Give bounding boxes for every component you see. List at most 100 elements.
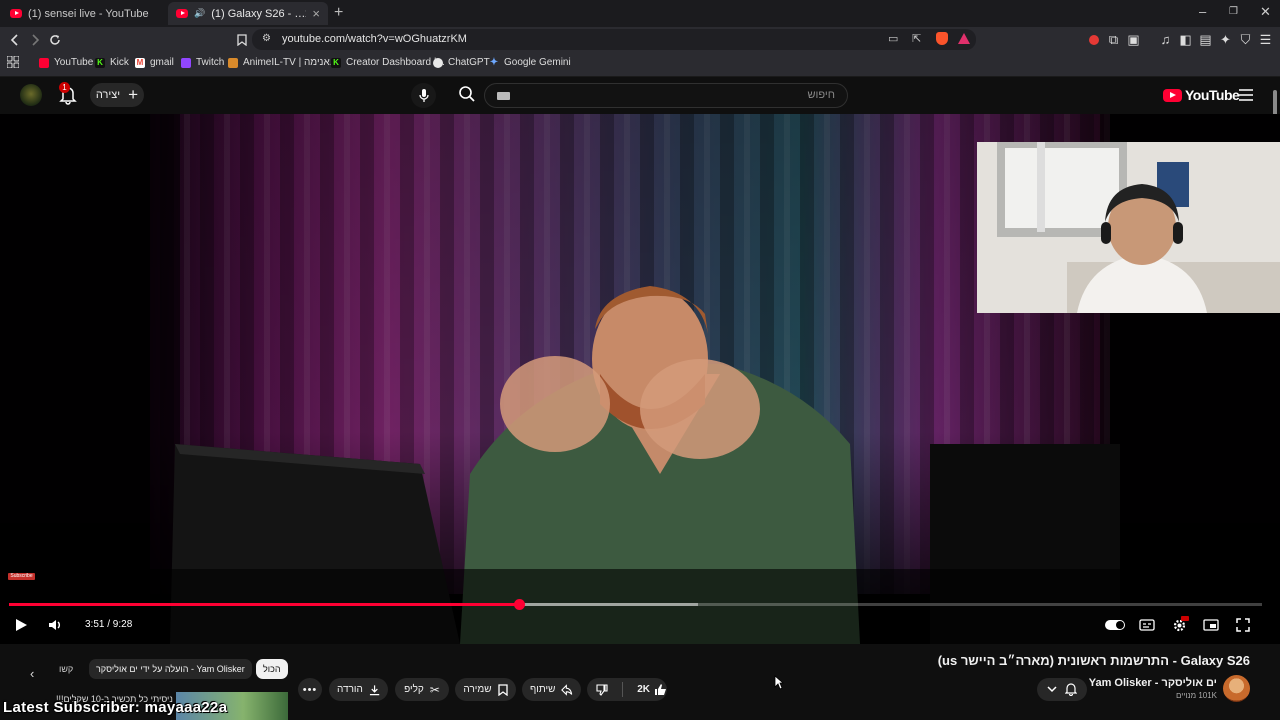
bookmark-label: Twitch bbox=[196, 57, 225, 68]
chip-related[interactable]: קשו bbox=[55, 659, 77, 679]
tab-galaxy-s26[interactable]: 🔊 (1) Galaxy S26 - …ות ראשונית × bbox=[168, 2, 328, 25]
bookmark-icon bbox=[497, 683, 508, 696]
screen-icon[interactable]: ▭ bbox=[888, 32, 898, 45]
notification-bell-button[interactable] bbox=[1037, 678, 1087, 701]
bookmark-twitch[interactable]: Twitch bbox=[181, 57, 224, 68]
settings-gear-icon[interactable] bbox=[1170, 616, 1189, 634]
minimize-button[interactable]: – bbox=[1199, 4, 1206, 19]
notifications-icon[interactable]: 1 bbox=[59, 82, 77, 105]
dislike-icon[interactable] bbox=[587, 683, 616, 696]
subscriber-count: 101K מנויים bbox=[1175, 691, 1217, 700]
screenshot-icon[interactable]: ▣ bbox=[1124, 30, 1143, 49]
youtube-logo[interactable]: YouTube bbox=[1163, 87, 1240, 103]
forward-arrow-icon[interactable] bbox=[25, 30, 44, 49]
menu-icon[interactable]: ☰ bbox=[1256, 30, 1275, 49]
tab-sensei-live[interactable]: (1) sensei live - YouTube bbox=[2, 2, 168, 25]
bookmark-animeil[interactable]: AnimeIL-TV | אנימה... bbox=[228, 57, 338, 68]
kick-icon: K bbox=[95, 57, 105, 68]
save-button[interactable]: שמירה bbox=[455, 678, 516, 701]
record-icon[interactable] bbox=[1084, 30, 1103, 49]
chip-uploaded-by[interactable]: הועלה על ידי ים אוליסקר - Yam Olisker bbox=[89, 659, 252, 679]
bookmark-label: YouTube bbox=[54, 57, 94, 68]
chatgpt-icon bbox=[433, 57, 443, 68]
bookmark-label: Kick bbox=[110, 57, 129, 68]
like-dislike-group: 2K bbox=[587, 678, 667, 701]
bookmark-label: AnimeIL-TV | אנימה... bbox=[243, 57, 338, 68]
create-label: יצירה bbox=[95, 89, 121, 101]
miniplayer-icon[interactable] bbox=[1202, 616, 1220, 634]
subtitles-icon[interactable] bbox=[1138, 616, 1156, 634]
bookmark-creator-dashboard[interactable]: K Creator Dashboard |... bbox=[331, 57, 445, 68]
bookmark-label: ChatGPT bbox=[448, 57, 490, 68]
apps-grid-icon[interactable] bbox=[7, 56, 19, 68]
gmail-icon: M bbox=[135, 57, 145, 68]
youtube-header: 1 יצירה + חיפוש YouTube bbox=[0, 77, 1280, 114]
plus-icon: + bbox=[128, 85, 139, 104]
search-button[interactable] bbox=[458, 85, 476, 103]
wallet-icon[interactable]: ▤ bbox=[1196, 30, 1215, 49]
brave-rewards-icon[interactable] bbox=[958, 33, 970, 44]
progress-scrubber[interactable] bbox=[513, 599, 525, 610]
kick-icon: K bbox=[331, 57, 341, 68]
channel-info[interactable]: ים אוליסקר - Yam Olisker 101K מנויים bbox=[1089, 677, 1217, 700]
chip-all[interactable]: הכול bbox=[256, 659, 288, 679]
site-info-icon[interactable]: ⚙ bbox=[262, 33, 271, 44]
clip-button[interactable]: קליפ ✂ bbox=[395, 678, 449, 701]
like-count: 2K bbox=[637, 684, 650, 695]
subscribe-watermark[interactable]: Subscribe bbox=[8, 573, 35, 580]
create-button[interactable]: יצירה + bbox=[90, 83, 144, 107]
download-button[interactable]: הורדה bbox=[329, 678, 388, 701]
bookmark-label: Creator Dashboard |... bbox=[346, 57, 445, 68]
volume-icon[interactable] bbox=[46, 616, 64, 634]
bookmark-chatgpt[interactable]: ChatGPT bbox=[433, 57, 490, 68]
bookmark-gmail[interactable]: M gmail bbox=[135, 57, 174, 68]
progress-bar[interactable] bbox=[9, 599, 1262, 610]
bookmark-page-icon[interactable] bbox=[232, 30, 251, 49]
sidebar-icon[interactable]: ◧ bbox=[1176, 30, 1195, 49]
search-input[interactable]: חיפוש bbox=[484, 83, 848, 108]
time-display: 3:51 / 9:28 bbox=[85, 619, 133, 630]
restore-button[interactable]: ❐ bbox=[1229, 6, 1238, 17]
bookmark-gemini[interactable]: ✦ Google Gemini bbox=[489, 57, 571, 68]
share-arrow-icon bbox=[561, 683, 573, 696]
scissors-icon: ✂ bbox=[429, 682, 440, 697]
browser-tab-strip: (1) sensei live - YouTube 🔊 (1) Galaxy S… bbox=[0, 0, 1280, 27]
progress-played bbox=[9, 603, 519, 606]
keyboard-icon[interactable] bbox=[497, 92, 510, 100]
close-tab-icon[interactable]: × bbox=[312, 6, 320, 21]
fullscreen-icon[interactable] bbox=[1234, 616, 1252, 634]
play-icon[interactable] bbox=[12, 616, 30, 634]
channel-name[interactable]: ים אוליסקר - Yam Olisker bbox=[1089, 677, 1217, 689]
leo-ai-icon[interactable]: ✦ bbox=[1216, 30, 1235, 49]
address-bar[interactable]: ⚙ youtube.com/watch?v=wOGhuatzrKM ▭ ⇱ bbox=[252, 29, 976, 50]
avatar[interactable] bbox=[20, 84, 42, 106]
bookmark-youtube[interactable]: YouTube bbox=[39, 57, 93, 68]
voice-search-button[interactable] bbox=[411, 83, 436, 108]
speaker-icon: 🔊 bbox=[194, 8, 206, 18]
bookmark-kick[interactable]: K Kick bbox=[95, 57, 129, 68]
prev-chips-arrow-icon[interactable]: ‹ bbox=[30, 666, 34, 681]
music-icon[interactable]: ♫ bbox=[1156, 30, 1175, 49]
hamburger-menu-icon[interactable] bbox=[1239, 89, 1253, 101]
share-button[interactable]: שיתוף bbox=[522, 678, 581, 701]
search-placeholder: חיפוש bbox=[807, 89, 835, 101]
share-page-icon[interactable]: ⇱ bbox=[912, 32, 921, 45]
more-actions-button[interactable]: ••• bbox=[298, 678, 322, 701]
like-button[interactable]: 2K bbox=[629, 683, 667, 696]
brave-shield-icon[interactable] bbox=[936, 32, 948, 45]
url-text[interactable]: youtube.com/watch?v=wOGhuatzrKM bbox=[282, 33, 467, 45]
new-tab-button[interactable]: + bbox=[334, 4, 343, 22]
youtube-logo-icon bbox=[1163, 88, 1182, 102]
reload-icon[interactable] bbox=[45, 30, 64, 49]
latest-subscriber-overlay: Latest Subscriber: mayaaa22a bbox=[3, 699, 228, 716]
microphone-icon bbox=[418, 88, 429, 102]
channel-avatar[interactable] bbox=[1223, 675, 1250, 702]
autoplay-toggle[interactable] bbox=[1104, 616, 1126, 634]
tab-title: (1) sensei live - YouTube bbox=[28, 7, 149, 20]
clip-label: קליפ bbox=[404, 684, 424, 695]
extensions-icon[interactable]: ⧉ bbox=[1104, 30, 1123, 49]
close-window-button[interactable]: ✕ bbox=[1260, 4, 1271, 20]
back-arrow-icon[interactable] bbox=[5, 30, 24, 49]
bookmark-label: Google Gemini bbox=[504, 57, 571, 68]
vpn-shield-icon[interactable]: ⛉ bbox=[1236, 30, 1255, 49]
